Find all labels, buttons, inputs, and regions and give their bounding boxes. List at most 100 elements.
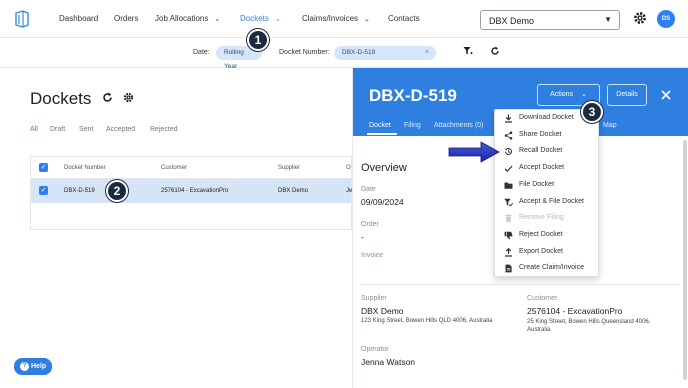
folder-icon	[504, 182, 513, 189]
nav-contacts[interactable]: Contacts	[388, 14, 420, 23]
dockets-table: ✓ Docket Number Customer Supplier O ✓ DB…	[30, 156, 352, 230]
customer-value: 2576104 - ExcavationPro	[527, 306, 623, 316]
menu-item-export-docket[interactable]: Export Docket	[495, 244, 600, 261]
table-header: ✓ Docket Number Customer Supplier O	[31, 157, 351, 179]
active-tab-indicator	[367, 133, 397, 135]
column-docket-number[interactable]: Docket Number	[64, 165, 106, 171]
supplier-address: 123 King Street, Bowen Hills QLD 4006, A…	[361, 318, 493, 324]
share-icon	[504, 131, 513, 140]
nav-job-allocations[interactable]: Job Allocations ⌄	[155, 14, 220, 23]
menu-item-label: Accept & File Docket	[519, 197, 584, 205]
help-button[interactable]: ? Help	[14, 358, 52, 375]
date-value: 09/09/2024	[361, 197, 404, 207]
refresh-icon[interactable]	[490, 46, 500, 56]
menu-item-label: Create Claim/Invoice	[519, 264, 584, 272]
menu-item-label: Export Docket	[519, 247, 563, 255]
history-icon	[504, 148, 512, 156]
invoice-label: Invoice	[361, 252, 384, 259]
operator-label: Operator	[361, 346, 389, 353]
date-label: Date	[361, 186, 376, 193]
top-navigation: Dashboard Orders Job Allocations ⌄ Docket…	[0, 0, 688, 38]
tab-rejected[interactable]: Rejected	[150, 126, 178, 133]
row-checkbox[interactable]: ✓	[39, 186, 48, 195]
menu-item-create-claim-invoice[interactable]: Create Claim/Invoice	[495, 260, 600, 277]
column-supplier[interactable]: Supplier	[278, 165, 300, 171]
nav-claims-label: Claims/Invoices	[302, 14, 359, 23]
filter-icon[interactable]	[463, 46, 473, 56]
panel-tab-attachments[interactable]: Attachments (0)	[434, 122, 483, 129]
actions-menu: Download Docket Share Docket Recall Dock…	[494, 109, 599, 277]
table-row[interactable]: ✓ DBX-D-519 2576104 - ExcavationPro DBX …	[31, 179, 352, 203]
filter-bar: Date: Rolling Year Docket Number: DBX-D-…	[0, 38, 688, 70]
nav-job-allocations-label: Job Allocations	[155, 14, 209, 23]
tab-accepted[interactable]: Accepted	[106, 126, 135, 133]
tab-draft[interactable]: Draft	[50, 126, 65, 133]
settings-gear-icon[interactable]	[123, 92, 134, 103]
docket-number-chip[interactable]: DBX-D-519 ×	[334, 46, 436, 60]
step-badge-1: 1	[247, 29, 269, 51]
column-operator[interactable]: O	[346, 165, 351, 171]
user-avatar[interactable]: DS	[657, 10, 675, 28]
panel-tab-map[interactable]: Map	[603, 122, 617, 129]
details-button[interactable]: Details	[607, 84, 647, 106]
panel-scrollbar[interactable]	[683, 140, 687, 380]
menu-item-label: Recall Docket	[519, 147, 563, 155]
docket-number-label: Docket Number:	[279, 49, 330, 56]
tenant-select[interactable]: DBX Demo ▼	[480, 10, 620, 30]
filter-check-icon	[504, 198, 513, 207]
panel-title: DBX-D-519	[369, 86, 457, 105]
overview-heading: Overview	[361, 162, 407, 174]
refresh-icon[interactable]	[102, 92, 113, 103]
chevron-down-icon: ⌄	[214, 16, 221, 23]
cell-customer: 2576104 - ExcavationPro	[161, 188, 229, 194]
menu-item-file-docket[interactable]: File Docket	[495, 177, 600, 194]
chevron-down-icon: ⌄	[274, 16, 281, 23]
cell-supplier: DBX Demo	[278, 188, 309, 194]
menu-item-label: Remove Filing	[519, 214, 564, 222]
menu-item-accept-docket[interactable]: Accept Docket	[495, 160, 600, 177]
question-icon: ?	[20, 362, 29, 371]
app-logo-icon[interactable]	[14, 10, 30, 28]
select-all-checkbox[interactable]: ✓	[39, 163, 48, 172]
nav-dockets[interactable]: Dockets ⌄	[240, 14, 281, 23]
menu-item-label: Reject Docket	[519, 230, 563, 238]
settings-gear-icon[interactable]	[633, 11, 647, 25]
panel-tab-docket[interactable]: Docket	[369, 122, 391, 129]
menu-item-reject-docket[interactable]: Reject Docket	[495, 227, 600, 244]
supplier-value: DBX Demo	[361, 306, 404, 316]
nav-dashboard[interactable]: Dashboard	[59, 14, 98, 23]
customer-label: Customer	[527, 295, 558, 302]
menu-item-share-docket[interactable]: Share Docket	[495, 127, 600, 144]
menu-item-recall-docket[interactable]: Recall Docket	[495, 143, 600, 160]
nav-dockets-label: Dockets	[240, 14, 269, 23]
nav-claims-invoices[interactable]: Claims/Invoices ⌄	[302, 14, 370, 23]
tab-all[interactable]: All	[30, 126, 38, 133]
check-icon	[504, 165, 513, 173]
menu-item-remove-filing: Remove Filing	[495, 210, 600, 227]
clear-icon[interactable]: ×	[425, 46, 429, 60]
document-icon	[505, 264, 512, 273]
actions-button-label: Actions	[550, 91, 574, 98]
menu-item-accept-file-docket[interactable]: Accept & File Docket	[495, 194, 600, 211]
date-filter-label: Date:	[193, 49, 210, 56]
callout-arrow-icon	[448, 141, 500, 163]
menu-item-label: Accept Docket	[519, 164, 565, 172]
nav-orders[interactable]: Orders	[114, 14, 138, 23]
tab-sent[interactable]: Sent	[79, 126, 93, 133]
step-badge-3: 3	[581, 101, 603, 123]
chevron-down-icon: ▼	[604, 15, 612, 24]
download-icon	[505, 114, 512, 123]
docket-number-chip-value: DBX-D-519	[342, 49, 376, 56]
order-value: -	[361, 232, 364, 242]
menu-item-label: Download Docket	[519, 114, 574, 121]
order-label: Order	[361, 221, 379, 228]
trash-icon	[505, 214, 512, 223]
close-icon[interactable]	[659, 88, 673, 102]
export-icon	[505, 247, 512, 257]
column-customer[interactable]: Customer	[161, 165, 187, 171]
menu-item-label: File Docket	[519, 180, 555, 188]
help-label: Help	[31, 363, 47, 370]
chevron-down-icon: ⌄	[364, 16, 370, 23]
panel-tab-filing[interactable]: Filing	[404, 122, 421, 129]
page-title: Dockets	[30, 89, 92, 108]
